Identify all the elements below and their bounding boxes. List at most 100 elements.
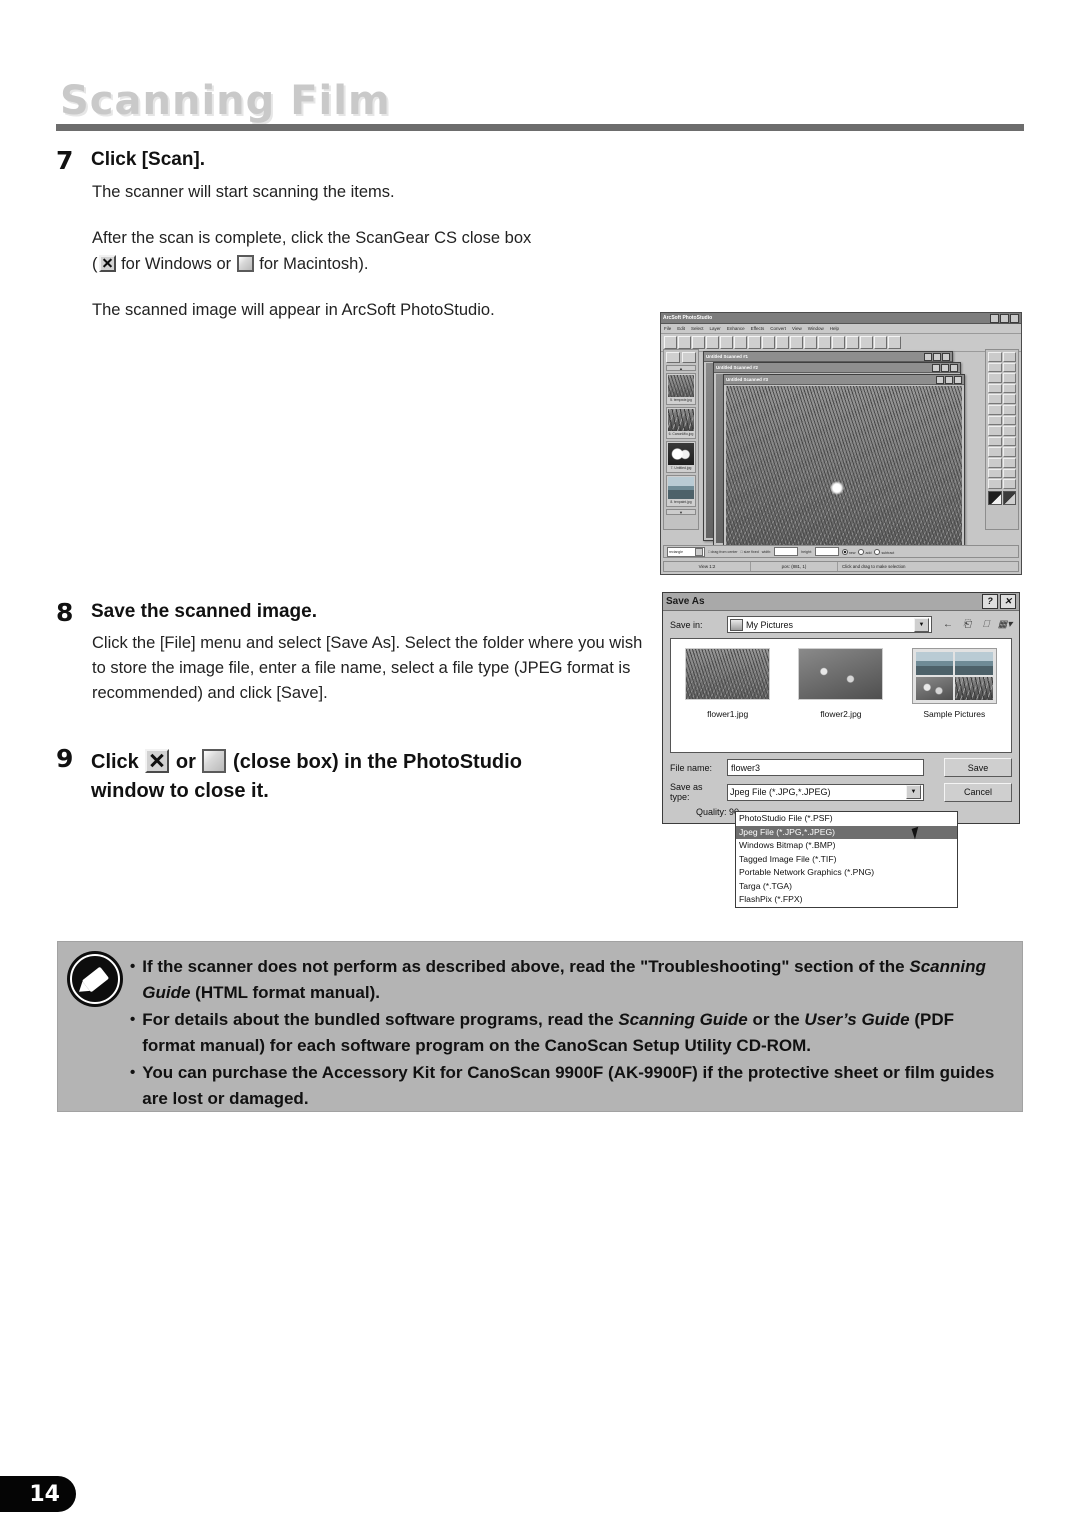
file-name-row: File name: flower3 Save: [670, 758, 1012, 777]
help-icon[interactable]: ?: [982, 594, 998, 609]
sharpen-tool-icon[interactable]: [1002, 436, 1016, 447]
cancel-button[interactable]: Cancel: [944, 782, 1012, 802]
dropdown-option[interactable]: Portable Network Graphics (*.PNG): [736, 866, 957, 880]
menu-select[interactable]: Select: [691, 326, 704, 331]
save-in-combo[interactable]: My Pictures ▼: [727, 616, 932, 633]
burn-tool-icon[interactable]: [1002, 426, 1016, 436]
lasso-tool-icon[interactable]: [1002, 352, 1016, 362]
smudge-tool-icon[interactable]: [1002, 415, 1016, 426]
new-folder-icon[interactable]: ⎕: [979, 618, 993, 632]
folder-preview-3: [915, 677, 954, 700]
dropdown-option[interactable]: FlashPix (*.FPX): [736, 893, 957, 907]
menu-edit[interactable]: Edit: [677, 326, 685, 331]
album-scroll-down[interactable]: ▼: [666, 509, 696, 515]
selection-mode-new[interactable]: new: [841, 548, 855, 555]
menu-enhance[interactable]: Enhance: [727, 326, 745, 331]
quick-mask-icon[interactable]: [988, 479, 1002, 489]
album-thumbnail[interactable]: 5. tempwie.jpg: [666, 373, 696, 405]
views-icon[interactable]: ▦▾: [998, 618, 1012, 632]
file-list[interactable]: flower1.jpg flower2.jpg Sample Pictures: [670, 638, 1012, 753]
album-scroll-up[interactable]: ▲: [666, 365, 696, 371]
minimize-icon[interactable]: [932, 363, 940, 372]
menu-effects[interactable]: Effects: [751, 326, 765, 331]
document-window-3[interactable]: Untitled Scanned #3: [723, 374, 965, 552]
dropdown-option[interactable]: PhotoStudio File (*.PSF): [736, 812, 957, 826]
up-one-level-icon[interactable]: ⎗: [960, 618, 974, 632]
menu-file[interactable]: File: [664, 326, 671, 331]
window-controls: [990, 313, 1019, 323]
menu-window[interactable]: Window: [808, 326, 824, 331]
size-fixed-checkbox[interactable]: □ size fixed: [741, 550, 759, 554]
save-as-title: Save As: [666, 596, 705, 607]
back-arrow-icon[interactable]: ←: [941, 618, 955, 632]
line-tool-icon[interactable]: [1002, 457, 1016, 468]
retouch-tool-icon[interactable]: [1002, 468, 1016, 479]
gradient-tool-icon[interactable]: [988, 457, 1002, 468]
menu-help[interactable]: Help: [830, 326, 839, 331]
background-color-swatch[interactable]: [1002, 490, 1016, 505]
pencil-tool-icon[interactable]: [988, 404, 1002, 415]
shape-tool-icon[interactable]: [988, 468, 1002, 479]
page-number: 14: [29, 1481, 60, 1507]
minimize-icon[interactable]: [990, 313, 999, 323]
dropdown-option[interactable]: Tagged Image File (*.TIF): [736, 853, 957, 867]
save-button[interactable]: Save: [944, 758, 1012, 777]
list-item[interactable]: flower2.jpg: [795, 648, 887, 719]
save-as-type-value: Jpeg File (*.JPG,*.JPEG): [730, 787, 831, 797]
blur-tool-icon[interactable]: [988, 436, 1002, 447]
height-input[interactable]: [814, 547, 839, 556]
close-icon[interactable]: ✕: [1000, 594, 1016, 609]
album-open-icon[interactable]: [666, 352, 680, 363]
crop-tool-icon[interactable]: [988, 383, 1002, 394]
file-name-input[interactable]: flower3: [727, 759, 924, 776]
maximize-icon[interactable]: [945, 375, 953, 384]
menu-view[interactable]: View: [792, 326, 802, 331]
album-thumbnail[interactable]: 8. tenpaint.jpg: [666, 475, 696, 507]
list-item[interactable]: Sample Pictures: [908, 648, 1000, 719]
menu-layer[interactable]: Layer: [710, 326, 721, 331]
list-item[interactable]: flower1.jpg: [682, 648, 774, 719]
close-icon[interactable]: [954, 375, 962, 384]
paint-bucket-tool-icon[interactable]: [988, 447, 1002, 457]
menu-convert[interactable]: Convert: [770, 326, 786, 331]
album-thumbnail[interactable]: 6. CanonMio.jpg: [666, 407, 696, 439]
eyedropper-tool-icon[interactable]: [1002, 447, 1016, 457]
maximize-icon[interactable]: [1000, 313, 1009, 323]
selection-mode-add[interactable]: add: [858, 548, 871, 555]
hand-tool-icon[interactable]: [1002, 373, 1016, 383]
eraser-tool-icon[interactable]: [1002, 404, 1016, 415]
close-icon[interactable]: [942, 352, 950, 361]
minimize-icon[interactable]: [924, 352, 932, 361]
zoom-tool-icon[interactable]: [988, 373, 1002, 383]
folder-preview-4: [955, 677, 993, 700]
clone-tool-icon[interactable]: [988, 415, 1002, 426]
chevron-down-icon[interactable]: [695, 547, 703, 556]
screen-mode-icon[interactable]: [1002, 479, 1016, 489]
shape-select[interactable]: rectangle: [667, 546, 705, 557]
magic-wand-tool-icon[interactable]: [988, 362, 1002, 373]
marquee-tool-icon[interactable]: [988, 352, 1002, 362]
close-icon[interactable]: [1010, 313, 1019, 323]
save-as-type-dropdown-list[interactable]: PhotoStudio File (*.PSF) Jpeg File (*.JP…: [735, 811, 958, 908]
dropdown-option[interactable]: Targa (*.TGA): [736, 880, 957, 894]
maximize-icon[interactable]: [941, 363, 949, 372]
text-tool-icon[interactable]: [1002, 383, 1016, 394]
dropdown-option[interactable]: Windows Bitmap (*.BMP): [736, 839, 957, 853]
move-tool-icon[interactable]: [1002, 362, 1016, 373]
foreground-color-swatch[interactable]: [988, 490, 1002, 505]
folder-thumbnail: [911, 648, 997, 704]
maximize-icon[interactable]: [933, 352, 941, 361]
minimize-icon[interactable]: [936, 375, 944, 384]
dodge-tool-icon[interactable]: [988, 426, 1002, 436]
chevron-down-icon[interactable]: ▼: [906, 785, 921, 799]
chevron-down-icon[interactable]: ▼: [914, 617, 929, 632]
drag-from-center-checkbox[interactable]: □ drag from center: [708, 550, 738, 554]
paintbrush-tool-icon[interactable]: [988, 394, 1002, 404]
airbrush-tool-icon[interactable]: [1002, 394, 1016, 404]
album-thumbnail[interactable]: 7. Untitled.jpg: [666, 441, 696, 473]
close-icon[interactable]: [950, 363, 958, 372]
save-as-type-combo[interactable]: Jpeg File (*.JPG,*.JPEG) ▼: [727, 783, 924, 801]
selection-mode-subtract[interactable]: subtract: [874, 548, 894, 555]
width-input[interactable]: [774, 547, 799, 556]
album-save-icon[interactable]: [682, 352, 696, 363]
